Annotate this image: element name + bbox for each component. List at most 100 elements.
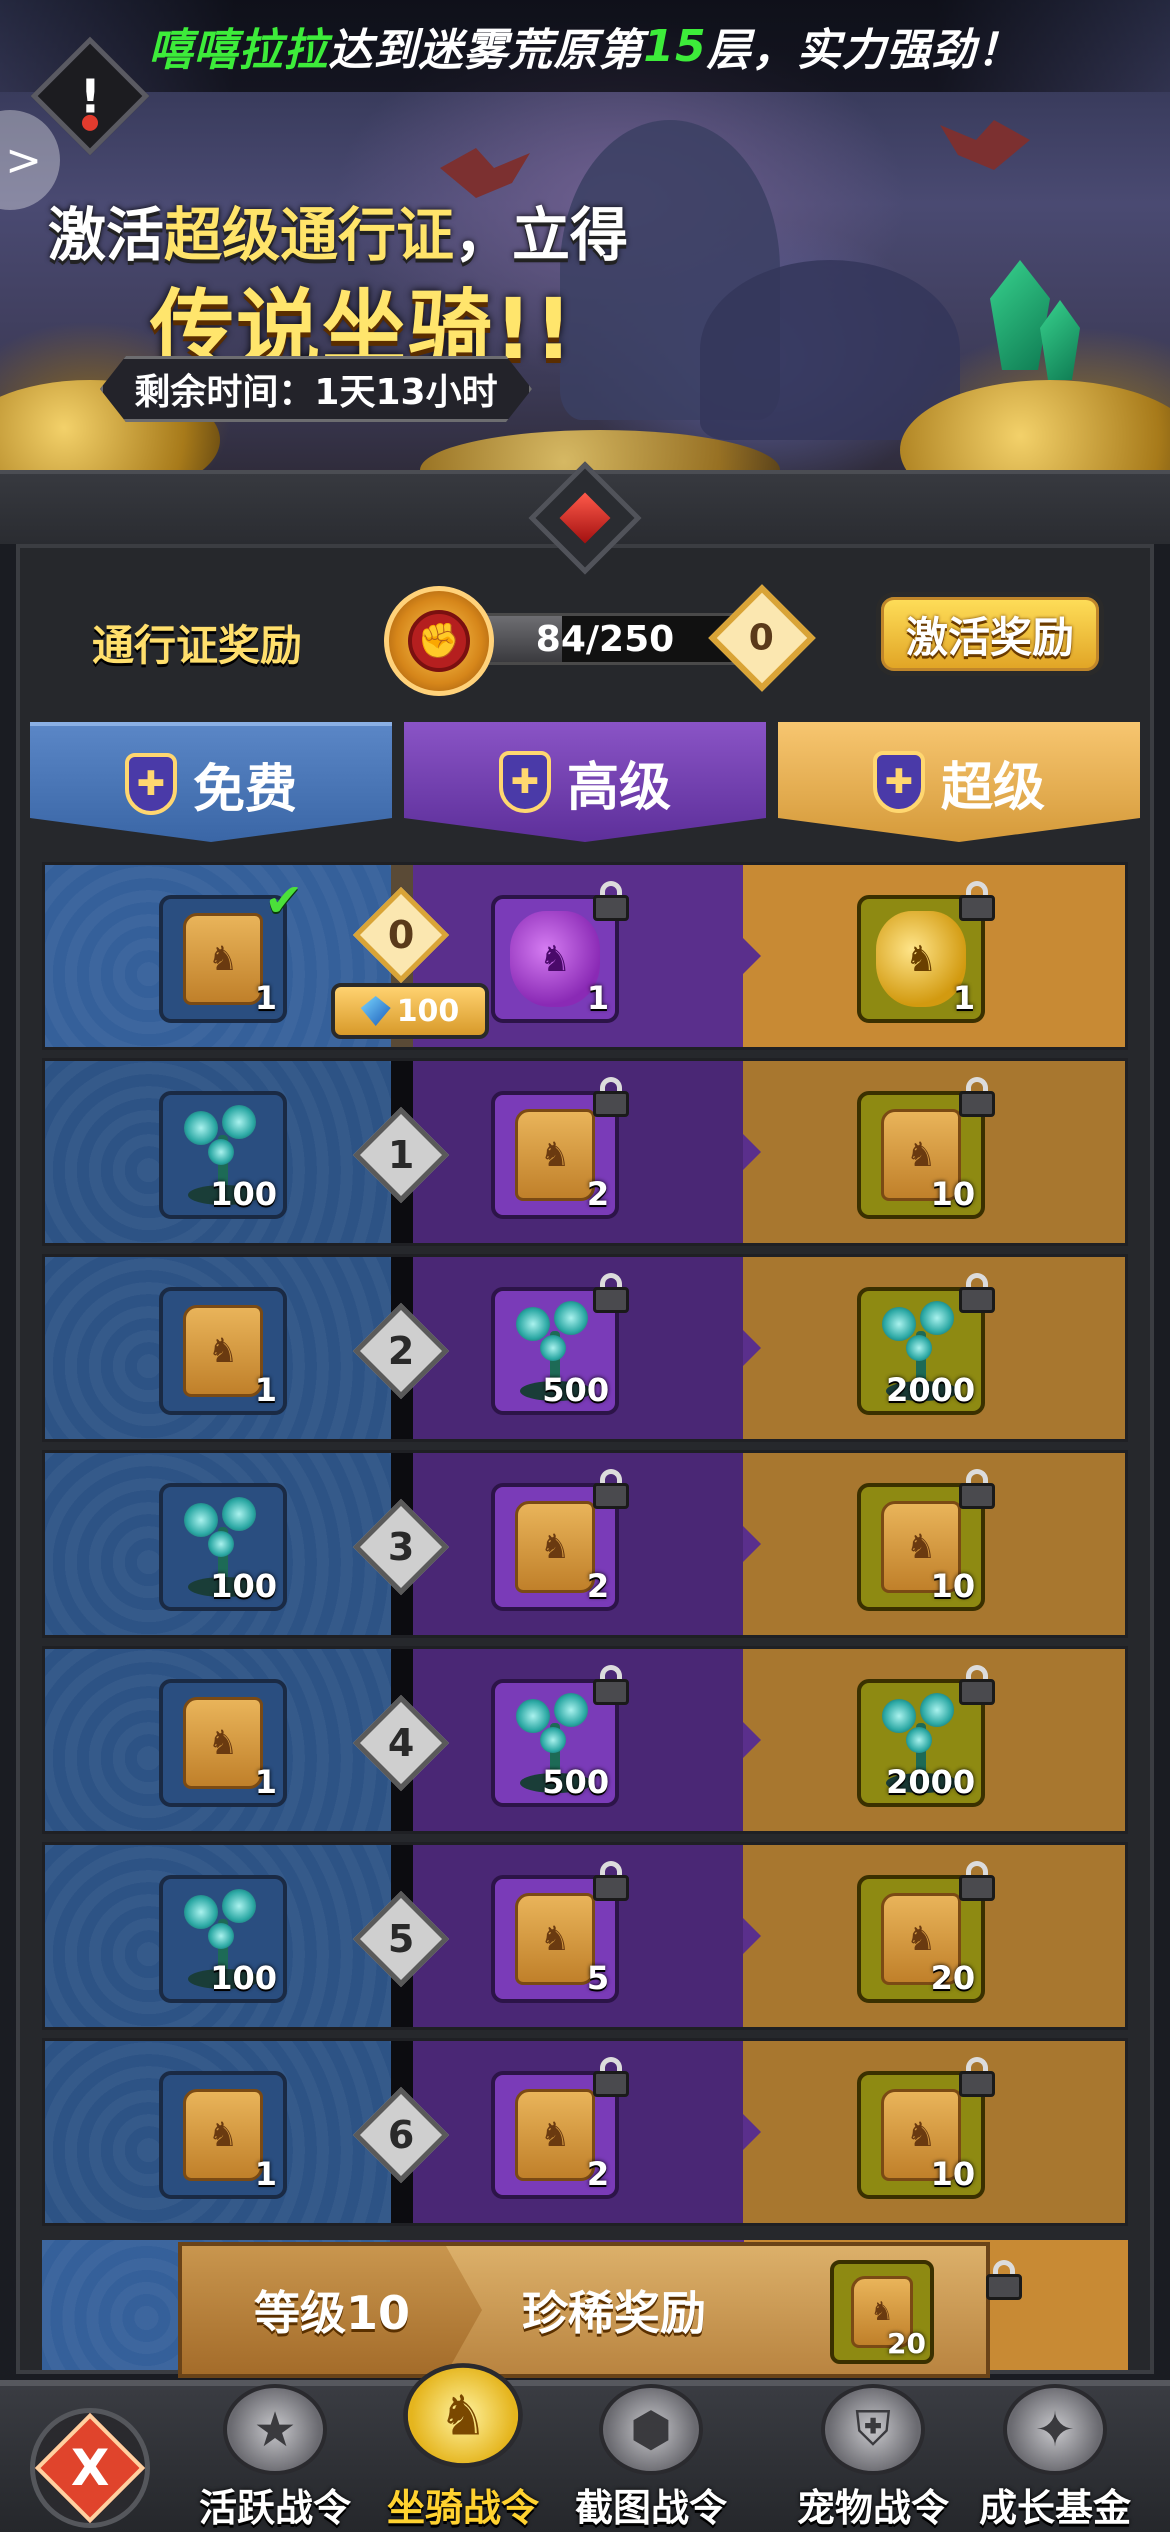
lock-icon — [593, 881, 630, 921]
super-reward-cell: 2000 — [743, 1649, 1125, 1831]
reward-item[interactable]: 500 — [491, 1665, 630, 1807]
item-count: 1 — [254, 1763, 277, 1801]
reward-item[interactable]: ♞ 10 — [857, 2057, 996, 2199]
reward-row: ♞ 1 ✔ ♞ 1 ♞ 1 0 100 — [42, 862, 1128, 1050]
lock-icon — [593, 1077, 630, 1117]
item-count: 10 — [930, 1567, 976, 1605]
reward-row: 100 ♞ 2 ♞ 10 1 — [42, 1058, 1128, 1246]
item-count: 2 — [586, 1175, 610, 1213]
nav-tab[interactable]: ✦ 成长基金 — [970, 2384, 1140, 2532]
time-remaining: 剩余时间：1天13小时 — [100, 356, 532, 422]
item-count: 1 — [952, 979, 976, 1017]
free-reward-cell: 100 — [45, 1845, 392, 2027]
reward-item[interactable]: ♞ 5 — [491, 1861, 630, 2003]
item-count: 10 — [930, 2155, 976, 2193]
ticker-text-end: 层，实力强劲！ — [706, 25, 1022, 76]
cross-shield-icon: ✚ — [872, 751, 925, 813]
horse-icon: ♞ — [403, 2363, 523, 2468]
free-reward-cell: ♞ 1 — [45, 1649, 392, 1831]
reward-item[interactable]: ♞ 1 — [159, 1287, 287, 1415]
diamond-icon — [360, 996, 391, 1026]
milestone-level: 等级10 — [182, 2246, 482, 2374]
lock-icon — [959, 1273, 996, 1313]
activate-reward-button[interactable]: 激活奖励 — [876, 592, 1104, 676]
horse-scroll-icon: ♞ — [515, 1893, 596, 1985]
item-count: 100 — [210, 1175, 277, 1213]
reward-item[interactable]: 100 — [159, 1875, 287, 2003]
horse-scroll-icon: ♞ — [515, 1501, 596, 1593]
tab-advanced[interactable]: ✚ 高级 — [404, 722, 766, 842]
reward-item[interactable]: ♞ 10 — [857, 1469, 996, 1611]
nav-tab[interactable]: ♞ 坐骑战令 — [378, 2363, 548, 2532]
nav-label: 活跃战令 — [198, 2486, 351, 2530]
nav-tab[interactable]: ★ 活跃战令 — [190, 2384, 360, 2532]
growth-badge-icon: ✦ — [1003, 2384, 1107, 2475]
tab-free[interactable]: ✚ 免费 — [30, 722, 392, 842]
horse-scroll-icon: ♞ — [183, 1305, 263, 1397]
reward-item[interactable]: 100 — [159, 1483, 287, 1611]
nav-tab[interactable]: ⬢ 截图战令 — [566, 2384, 736, 2532]
pet-badge-icon: ⛨ — [821, 2384, 925, 2475]
reward-item[interactable]: ♞ 1 — [491, 881, 630, 1023]
lock-icon — [959, 1861, 996, 1901]
close-button[interactable]: X — [30, 2408, 150, 2528]
reward-item[interactable]: ♞ 20 — [857, 1861, 996, 2003]
lock-icon — [959, 2057, 996, 2097]
ticker-player-name: 嘻嘻拉拉 — [148, 25, 329, 76]
item-count: 20 — [887, 2327, 926, 2360]
lock-icon — [959, 1665, 996, 1705]
super-reward-cell: 2000 — [743, 1257, 1125, 1439]
promo-headline: 激活超级通行证，立得 — [48, 201, 629, 269]
reward-row: 100 ♞ 5 ♞ 20 5 — [42, 1842, 1128, 2030]
nav-tab[interactable]: ⛨ 宠物战令 — [788, 2384, 958, 2532]
nav-label: 宠物战令 — [796, 2486, 949, 2530]
free-reward-cell: 100 — [45, 1453, 392, 1635]
item-count: 5 — [586, 1959, 610, 1997]
reward-item[interactable]: ♞ 2 — [491, 2057, 630, 2199]
broadcast-ticker: 嘻嘻拉拉 达到迷雾荒原第 15 层，实力强劲！ — [0, 0, 1170, 92]
free-reward-cell: ♞ 1 — [45, 1257, 392, 1439]
gem-unlock-button[interactable]: 100 — [331, 983, 489, 1039]
item-count: 20 — [930, 1959, 976, 1997]
ticker-floor: 15 — [643, 20, 707, 72]
reward-row: 100 ♞ 2 ♞ 10 3 — [42, 1450, 1128, 1638]
lock-icon — [593, 1469, 630, 1509]
milestone-banner[interactable]: 等级10 珍稀奖励 ♞ 20 — [178, 2242, 990, 2378]
reward-item[interactable]: 2000 — [857, 1665, 996, 1807]
reward-item[interactable]: ♞ 10 — [857, 1077, 996, 1219]
free-reward-cell: 100 — [45, 1061, 392, 1243]
reward-item[interactable]: 2000 — [857, 1273, 996, 1415]
lock-icon — [986, 2260, 1022, 2300]
ticker-text: 达到迷雾荒原第 — [328, 25, 644, 76]
tab-super[interactable]: ✚ 超级 — [778, 722, 1140, 842]
item-count: 500 — [542, 1763, 610, 1801]
super-reward-cell: ♞ 10 — [743, 2041, 1125, 2223]
item-count: 2000 — [886, 1371, 976, 1409]
pass-medal-icon: ✊ — [384, 586, 494, 696]
item-count: 2000 — [886, 1763, 976, 1801]
reward-row: ♞ 1 ♞ 2 ♞ 10 6 — [42, 2038, 1128, 2226]
reward-item[interactable]: ♞ 1 — [857, 881, 996, 1023]
reward-item[interactable]: ♞ 1 — [159, 2071, 287, 2199]
reward-item[interactable]: ♞ 1 — [159, 1679, 287, 1807]
super-reward-cell: ♞ 10 — [743, 1453, 1125, 1635]
item-count: 1 — [254, 1371, 277, 1409]
reward-row: ♞ 1 500 2000 2 — [42, 1254, 1128, 1442]
reward-item[interactable]: ♞ 2 — [491, 1469, 630, 1611]
close-icon: X — [34, 2412, 146, 2524]
star-badge-icon: ★ — [223, 2384, 327, 2475]
reward-item[interactable]: ♞ 1 ✔ — [159, 873, 303, 1023]
horse-scroll-icon: ♞ — [515, 2089, 596, 2181]
milestone-reward-item[interactable]: ♞ 20 — [830, 2260, 934, 2364]
reward-item[interactable]: 100 — [159, 1091, 287, 1219]
free-reward-cell: ♞ 1 — [45, 2041, 392, 2223]
pass-reward-label: 通行证奖励 — [92, 621, 303, 670]
reward-item[interactable]: 500 — [491, 1273, 630, 1415]
lock-icon — [959, 881, 996, 921]
battle-pass-screen: 嘻嘻拉拉 达到迷雾荒原第 15 层，实力强劲！ ! > 激活超级通行证，立得 传… — [0, 0, 1170, 2532]
nav-label: 成长基金 — [978, 2486, 1131, 2530]
reward-item[interactable]: ♞ 2 — [491, 1077, 630, 1219]
item-count: 100 — [210, 1959, 277, 1997]
horse-scroll-icon: ♞ — [515, 1109, 596, 1201]
cross-shield-icon: ✚ — [498, 751, 551, 813]
